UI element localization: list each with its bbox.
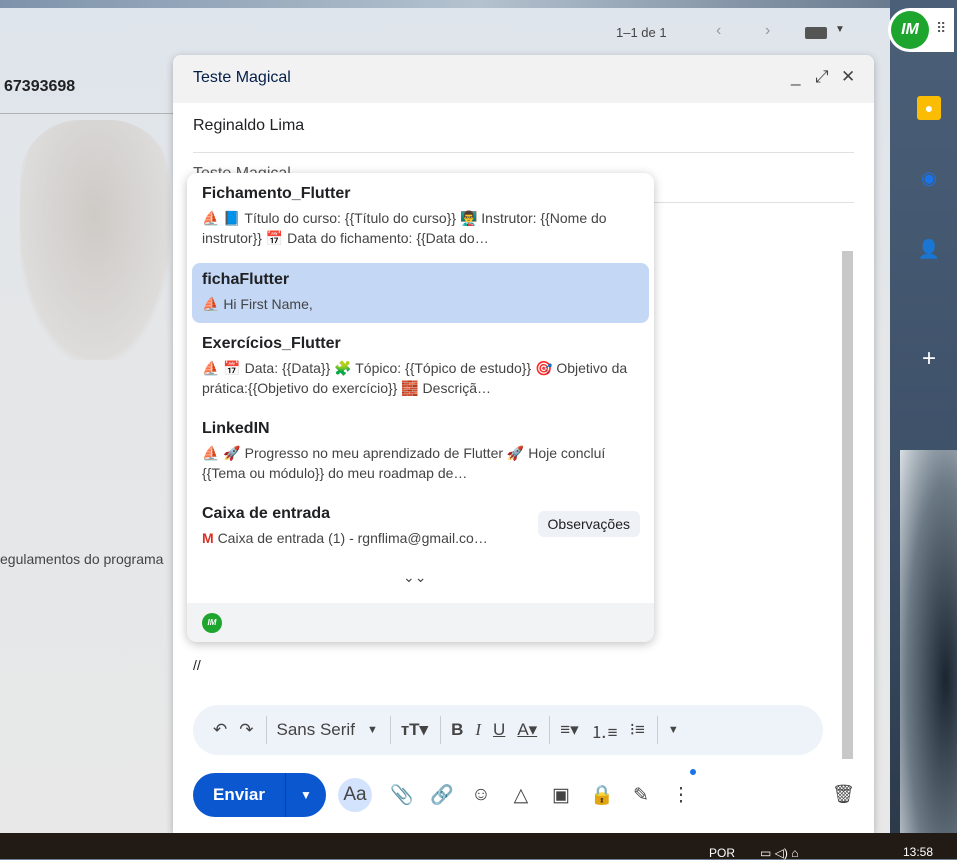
show-more-icon[interactable]: ⌄⌄ bbox=[403, 569, 426, 586]
template-item-selected[interactable]: fichaFlutter ⛵ Hi First Name, bbox=[192, 263, 649, 323]
compose-header: Teste Magical _ ⤢ ✕ bbox=[173, 55, 874, 103]
gmail-icon: M bbox=[202, 530, 218, 546]
drive-icon[interactable]: △ bbox=[510, 784, 532, 807]
discard-icon[interactable]: 🗑 bbox=[832, 784, 855, 805]
separator bbox=[265, 716, 267, 744]
contacts-icon[interactable]: 👤 bbox=[917, 237, 941, 261]
template-item[interactable]: LinkedIN ⛵ 🚀 Progresso no meu aprendizad… bbox=[192, 412, 649, 491]
compose-title: Teste Magical bbox=[193, 69, 291, 86]
template-item[interactable]: Caixa de entrada M Caixa de entrada (1) … bbox=[192, 497, 522, 556]
scrollbar[interactable] bbox=[842, 251, 853, 759]
attach-icon[interactable]: 📎 bbox=[390, 783, 414, 807]
to-field[interactable]: Reginaldo Lima bbox=[193, 117, 854, 153]
popup-footer: IM bbox=[187, 603, 654, 642]
minimize-icon[interactable]: _ bbox=[791, 67, 800, 87]
wallpaper-photo bbox=[900, 450, 957, 833]
chevron-down-icon[interactable]: ▼ bbox=[367, 724, 378, 736]
contact-number: 67393698 bbox=[4, 78, 76, 95]
clock[interactable]: 13:58 bbox=[903, 845, 933, 859]
pagination-label: 1–1 de 1 bbox=[616, 25, 667, 40]
add-addon-icon[interactable]: + bbox=[917, 347, 941, 371]
body-text[interactable]: // bbox=[193, 657, 201, 673]
email-snippet: egulamentos do programa bbox=[0, 551, 164, 567]
magical-extension-button[interactable]: IM ⠿ bbox=[888, 8, 954, 52]
close-icon[interactable]: ✕ bbox=[841, 67, 855, 87]
send-button[interactable]: Enviar bbox=[193, 773, 286, 817]
notification-dot bbox=[690, 769, 696, 775]
background-photo bbox=[20, 120, 170, 360]
bold-icon[interactable]: B bbox=[451, 720, 463, 740]
separator bbox=[440, 716, 442, 744]
font-select[interactable]: Sans Serif bbox=[277, 720, 355, 740]
tasks-icon[interactable]: ◉ bbox=[917, 166, 941, 190]
language-indicator[interactable]: POR bbox=[709, 846, 735, 860]
separator bbox=[549, 716, 551, 744]
wallpaper-strip bbox=[0, 0, 957, 8]
template-name: fichaFlutter bbox=[202, 271, 290, 288]
taskbar: POR ▭ ◁) ⌂ 13:58 bbox=[0, 833, 957, 860]
next-page-icon[interactable]: › bbox=[765, 22, 770, 40]
template-preview: ⛵ 📅 Data: {{Data}} 🧩 Tópico: {{Tópico de… bbox=[202, 360, 628, 396]
redo-icon[interactable]: ↷ bbox=[239, 720, 253, 740]
italic-icon[interactable]: I bbox=[475, 720, 481, 740]
send-button-group: Enviar ▼ bbox=[193, 773, 326, 817]
more-options-icon[interactable]: ⋮ bbox=[670, 784, 692, 807]
template-preview: ⛵ 📘 Título do curso: {{Título do curso}}… bbox=[202, 210, 607, 246]
numbered-list-icon[interactable]: ⒈≡ bbox=[591, 718, 618, 743]
schedule-send-dropdown[interactable]: ▼ bbox=[286, 773, 326, 817]
separator bbox=[389, 716, 391, 744]
template-name: LinkedIN bbox=[202, 420, 270, 437]
link-icon[interactable]: 🔗 bbox=[430, 783, 454, 807]
magical-logo: IM bbox=[891, 11, 929, 49]
align-icon[interactable]: ≡▾ bbox=[560, 720, 578, 740]
emoji-icon[interactable]: ☺ bbox=[470, 784, 492, 806]
formatting-toggle[interactable]: Aa bbox=[337, 778, 372, 812]
more-formatting-icon[interactable]: ▼ bbox=[668, 724, 679, 736]
template-preview: ⛵ Hi First Name, bbox=[202, 296, 313, 312]
magical-logo: IM bbox=[202, 613, 222, 633]
confidential-icon[interactable]: 🔒 bbox=[590, 783, 614, 807]
signature-icon[interactable]: ✎ bbox=[630, 784, 652, 807]
observacoes-tag[interactable]: Observações bbox=[537, 511, 640, 537]
divider bbox=[0, 113, 173, 114]
text-color-icon[interactable]: A▾ bbox=[517, 720, 537, 740]
template-name: Fichamento_Flutter bbox=[202, 185, 351, 202]
compose-actions: Enviar ▼ Aa 📎 🔗 ☺ △ ▣ 🔒 ✎ ⋮ bbox=[193, 769, 696, 817]
keep-icon[interactable]: ● bbox=[917, 96, 941, 120]
template-item[interactable]: Fichamento_Flutter ⛵ 📘 Título do curso: … bbox=[192, 177, 649, 256]
tray-icons[interactable]: ▭ ◁) ⌂ bbox=[760, 846, 798, 860]
template-preview: ⛵ 🚀 Progresso no meu aprendizado de Flut… bbox=[202, 445, 606, 481]
template-preview: Caixa de entrada (1) - rgnflima@gmail.co… bbox=[217, 530, 488, 546]
template-item[interactable]: Exercícios_Flutter ⛵ 📅 Data: {{Data}} 🧩 … bbox=[192, 327, 649, 406]
expand-icon[interactable]: ⤢ bbox=[815, 67, 829, 87]
undo-icon[interactable]: ↶ bbox=[213, 720, 227, 740]
separator bbox=[656, 716, 658, 744]
apps-grid-icon[interactable]: ⠿ bbox=[936, 20, 946, 37]
photo-icon[interactable]: ▣ bbox=[550, 784, 572, 807]
prev-page-icon[interactable]: ‹ bbox=[716, 22, 721, 40]
chevron-down-icon[interactable]: ▼ bbox=[835, 24, 845, 35]
text-size-icon[interactable]: ᴛT▾ bbox=[401, 720, 428, 740]
underline-icon[interactable]: U bbox=[493, 720, 505, 740]
keyboard-icon[interactable] bbox=[805, 27, 827, 39]
bulleted-list-icon[interactable]: ⁝≡ bbox=[630, 720, 645, 740]
template-name: Caixa de entrada bbox=[202, 505, 331, 522]
format-toolbar: ↶ ↷ Sans Serif ▼ ᴛT▾ B I U A▾ ≡▾ ⒈≡ ⁝≡ ▼ bbox=[193, 705, 823, 755]
template-popup: Fichamento_Flutter ⛵ 📘 Título do curso: … bbox=[187, 173, 654, 642]
template-name: Exercícios_Flutter bbox=[202, 335, 341, 352]
